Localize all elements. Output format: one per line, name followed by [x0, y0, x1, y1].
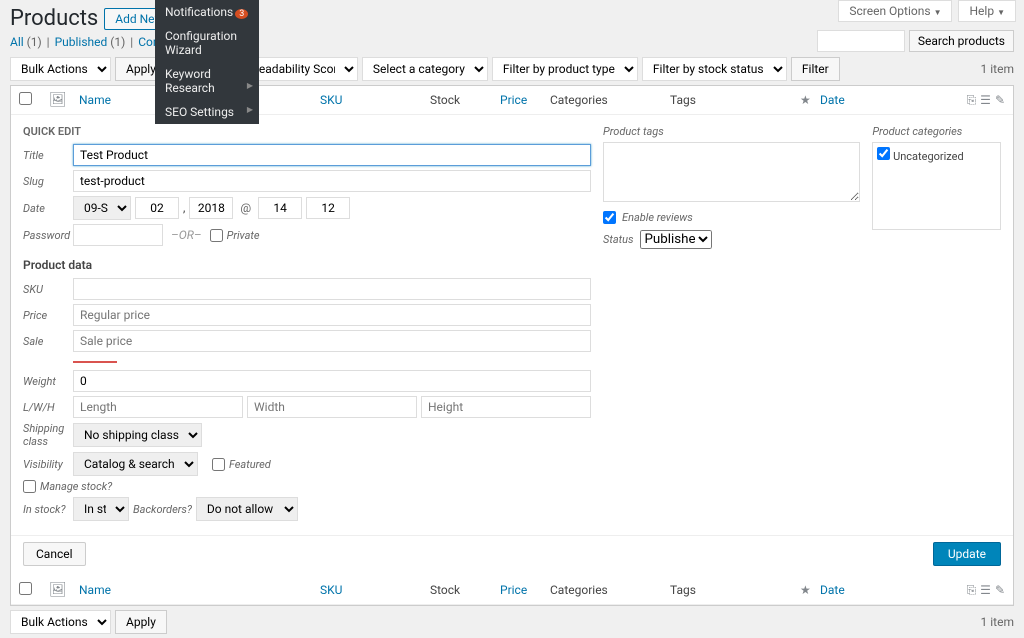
length-input[interactable]	[73, 396, 243, 418]
height-input[interactable]	[421, 396, 591, 418]
quick-edit-panel: QUICK EDIT Title Slug Date 09-Sep , @ Pa…	[11, 115, 1013, 535]
col-name[interactable]: Name	[79, 93, 111, 107]
private-checkbox[interactable]	[210, 229, 223, 242]
product-type-select[interactable]: Filter by product type	[492, 57, 638, 81]
stock-status-select[interactable]: Filter by stock status	[642, 57, 787, 81]
search-button[interactable]: Search products	[909, 30, 1014, 52]
cancel-button[interactable]: Cancel	[23, 542, 86, 566]
notification-badge: 3	[235, 9, 248, 19]
featured-column-icon: ★	[800, 93, 820, 107]
item-count: 1 item	[981, 62, 1014, 76]
preview-icon[interactable]: ✎	[995, 93, 1005, 107]
col-sku[interactable]: SKU	[320, 583, 342, 597]
search-input[interactable]	[817, 30, 905, 52]
date-hour-input[interactable]	[258, 197, 302, 219]
col-stock: Stock	[430, 583, 500, 597]
select-all-checkbox-bottom[interactable]	[19, 582, 32, 595]
col-tags: Tags	[670, 93, 800, 107]
update-button[interactable]: Update	[933, 542, 1001, 566]
date-year-input[interactable]	[189, 197, 233, 219]
bulk-actions-select-bottom[interactable]: Bulk Actions	[10, 610, 111, 634]
sale-input[interactable]	[73, 330, 591, 352]
enable-reviews-checkbox[interactable]	[603, 211, 616, 224]
table-footer: 🖼 Name SKU Stock Price Categories Tags ★…	[11, 576, 1013, 605]
item-count-bottom: 1 item	[981, 615, 1014, 629]
col-price[interactable]: Price	[500, 93, 527, 107]
image-column-icon: 🖼	[49, 582, 79, 598]
col-stock: Stock	[430, 93, 500, 107]
filter-published[interactable]: Published	[55, 35, 108, 49]
width-input[interactable]	[247, 396, 417, 418]
col-categories: Categories	[550, 583, 670, 597]
product-tags-textarea[interactable]	[603, 142, 860, 202]
chevron-right-icon: ▶	[247, 81, 253, 90]
menu-notifications[interactable]: Notifications3	[155, 0, 259, 24]
filter-all[interactable]: All	[10, 35, 24, 49]
preview-icon[interactable]: ✎	[995, 583, 1005, 597]
featured-column-icon: ★	[800, 583, 820, 597]
title-input[interactable]	[73, 144, 591, 166]
select-all-checkbox[interactable]	[19, 92, 32, 105]
password-input[interactable]	[73, 224, 163, 246]
col-name[interactable]: Name	[79, 583, 111, 597]
category-select[interactable]: Select a category	[362, 57, 488, 81]
menu-keyword-research[interactable]: Keyword Research▶	[155, 62, 259, 100]
date-minute-input[interactable]	[306, 197, 350, 219]
apply-button-bottom[interactable]: Apply	[115, 610, 167, 634]
col-categories: Categories	[550, 93, 670, 107]
menu-seo-settings[interactable]: SEO Settings▶	[155, 100, 259, 124]
col-date[interactable]: Date	[820, 93, 845, 107]
backorders-select[interactable]: Do not allow	[196, 497, 298, 521]
columns-icon[interactable]: ☰	[980, 583, 991, 597]
menu-config-wizard[interactable]: Configuration Wizard	[155, 24, 259, 62]
export-icon[interactable]: ⎘	[967, 583, 977, 597]
col-price[interactable]: Price	[500, 583, 527, 597]
product-categories-legend: Product categories	[872, 125, 1001, 138]
slug-input[interactable]	[73, 170, 591, 192]
date-day-input[interactable]	[135, 197, 179, 219]
col-sku[interactable]: SKU	[320, 93, 342, 107]
shipping-class-select[interactable]: No shipping class	[73, 423, 202, 447]
yoast-menu: Notifications3 Configuration Wizard Keyw…	[155, 0, 259, 124]
columns-icon[interactable]: ☰	[980, 93, 991, 107]
chevron-right-icon: ▶	[247, 105, 253, 114]
page-title: Products	[10, 6, 98, 31]
visibility-select[interactable]: Catalog & search	[73, 452, 198, 476]
instock-select[interactable]: In stock	[73, 497, 129, 521]
filter-button[interactable]: Filter	[791, 57, 840, 81]
readability-select[interactable]: eadability Scores	[248, 57, 358, 81]
categories-box[interactable]: Uncategorized	[872, 142, 1001, 230]
col-tags: Tags	[670, 583, 800, 597]
product-data-legend: Product data	[23, 258, 591, 272]
export-icon[interactable]: ⎘	[967, 93, 977, 107]
sku-input[interactable]	[73, 278, 591, 300]
date-month-select[interactable]: 09-Sep	[73, 196, 131, 220]
price-input[interactable]	[73, 304, 591, 326]
status-select[interactable]: Published	[640, 230, 712, 249]
quick-edit-legend: QUICK EDIT	[23, 125, 591, 138]
weight-input[interactable]	[73, 370, 591, 392]
col-date[interactable]: Date	[820, 583, 845, 597]
product-tags-legend: Product tags	[603, 125, 860, 138]
category-uncategorized-checkbox[interactable]	[877, 147, 890, 160]
image-column-icon: 🖼	[49, 92, 79, 108]
bulk-actions-select[interactable]: Bulk Actions	[10, 57, 111, 81]
featured-checkbox[interactable]	[212, 458, 225, 471]
manage-stock-checkbox[interactable]	[23, 480, 36, 493]
